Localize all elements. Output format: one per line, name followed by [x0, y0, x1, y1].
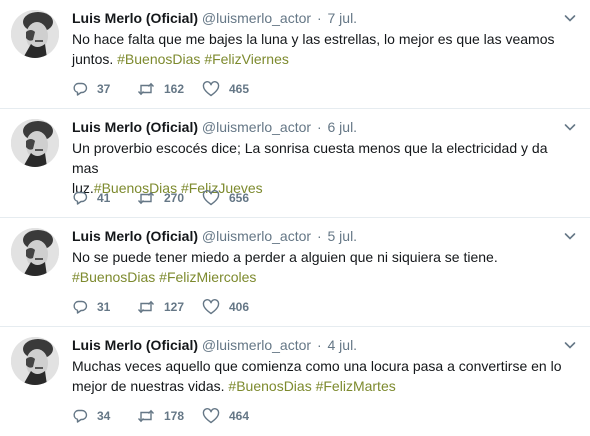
tweet-header: Luis Merlo (Oficial) @luismerlo_actor · …	[72, 336, 550, 354]
tweet-text-line: Muchas veces aquello que comienza como u…	[72, 358, 562, 374]
tweet-text-segment: juntos.	[72, 51, 114, 67]
avatar[interactable]	[11, 228, 59, 276]
like-button[interactable]: 406	[202, 299, 272, 315]
tweet-time[interactable]: 6 jul.	[328, 119, 358, 135]
tweet-text-line: #BuenosDias #FelizMiercoles	[72, 267, 572, 287]
tweet[interactable]: Luis Merlo (Oficial) @luismerlo_actor · …	[0, 327, 590, 436]
separator-dot: ·	[316, 337, 322, 353]
retweet-button[interactable]: 127	[137, 299, 202, 315]
reply-icon	[73, 409, 88, 423]
like-count: 464	[229, 409, 250, 423]
reply-button[interactable]: 37	[72, 81, 137, 97]
retweet-icon	[137, 300, 155, 314]
tweet-actions: 37 162 465	[72, 79, 272, 99]
tweet-text-segment: mejor de nuestras vidas.	[72, 378, 225, 394]
tweet-time[interactable]: 4 jul.	[328, 337, 358, 353]
chevron-down-icon[interactable]	[564, 230, 576, 242]
chevron-down-icon[interactable]	[564, 121, 576, 133]
tweet-text-line: No se puede tener miedo a perder a algui…	[72, 249, 498, 265]
tweet[interactable]: Luis Merlo (Oficial) @luismerlo_actor · …	[0, 218, 590, 327]
author-handle[interactable]: @luismerlo_actor	[202, 119, 311, 135]
tweet-time[interactable]: 7 jul.	[328, 10, 358, 26]
tweet-text-line: Un proverbio escocés dice; La sonrisa cu…	[72, 140, 548, 176]
hashtag-link[interactable]: #FelizMiercoles	[159, 269, 256, 285]
author-handle[interactable]: @luismerlo_actor	[202, 337, 311, 353]
author-name[interactable]: Luis Merlo (Oficial)	[72, 119, 198, 135]
heart-icon	[202, 408, 220, 424]
tweet-text: No se puede tener miedo a perder a algui…	[72, 247, 572, 287]
tweet-text-line: juntos. #BuenosDias #FelizViernes	[72, 49, 572, 69]
retweet-count: 178	[164, 409, 185, 423]
retweet-button[interactable]: 270	[137, 190, 202, 206]
author-handle[interactable]: @luismerlo_actor	[202, 228, 311, 244]
like-button[interactable]: 656	[202, 190, 272, 206]
retweet-icon	[137, 409, 155, 423]
avatar[interactable]	[11, 10, 59, 58]
heart-icon	[202, 190, 220, 206]
reply-icon	[73, 82, 88, 96]
tweet-timeline: Luis Merlo (Oficial) @luismerlo_actor · …	[0, 0, 590, 436]
tweet-actions: 31 127 406	[72, 297, 272, 317]
avatar-image	[11, 228, 59, 276]
hashtag-link[interactable]: #BuenosDias	[117, 51, 200, 67]
author-handle[interactable]: @luismerlo_actor	[202, 10, 311, 26]
reply-icon	[73, 191, 88, 205]
reply-button[interactable]: 31	[72, 299, 137, 315]
tweet-actions: 41 270 656	[72, 188, 272, 208]
separator-dot: ·	[316, 10, 322, 26]
retweet-button[interactable]: 162	[137, 81, 202, 97]
hashtag-link[interactable]: #BuenosDias	[228, 378, 311, 394]
tweet-header: Luis Merlo (Oficial) @luismerlo_actor · …	[72, 9, 550, 27]
avatar-image	[11, 119, 59, 167]
like-count: 465	[229, 82, 250, 96]
separator-dot: ·	[316, 228, 322, 244]
like-button[interactable]: 464	[202, 408, 272, 424]
tweet-header: Luis Merlo (Oficial) @luismerlo_actor · …	[72, 118, 550, 136]
tweet-text: No hace falta que me bajes la luna y las…	[72, 29, 572, 69]
reply-count: 34	[97, 409, 111, 423]
reply-icon	[73, 300, 88, 314]
retweet-icon	[137, 191, 155, 205]
tweet-text-line: No hace falta que me bajes la luna y las…	[72, 31, 555, 47]
reply-count: 41	[97, 191, 111, 205]
tweet-time[interactable]: 5 jul.	[328, 228, 358, 244]
chevron-down-icon[interactable]	[564, 339, 576, 351]
chevron-down-icon[interactable]	[564, 12, 576, 24]
author-name[interactable]: Luis Merlo (Oficial)	[72, 10, 198, 26]
tweet-text: Muchas veces aquello que comienza como u…	[72, 356, 572, 396]
heart-icon	[202, 81, 220, 97]
retweet-count: 162	[164, 82, 185, 96]
author-name[interactable]: Luis Merlo (Oficial)	[72, 337, 198, 353]
tweet-actions: 34 178 464	[72, 406, 272, 426]
hashtag-link[interactable]: #BuenosDias	[72, 269, 155, 285]
hashtag-link[interactable]: #FelizMartes	[316, 378, 396, 394]
like-count: 406	[229, 300, 250, 314]
heart-icon	[202, 299, 220, 315]
author-name[interactable]: Luis Merlo (Oficial)	[72, 228, 198, 244]
avatar[interactable]	[11, 119, 59, 167]
like-button[interactable]: 465	[202, 81, 272, 97]
avatar[interactable]	[11, 337, 59, 385]
retweet-icon	[137, 82, 155, 96]
hashtag-link[interactable]: #FelizViernes	[204, 51, 289, 67]
retweet-button[interactable]: 178	[137, 408, 202, 424]
like-count: 656	[229, 191, 250, 205]
avatar-image	[11, 10, 59, 58]
retweet-count: 127	[164, 300, 185, 314]
tweet[interactable]: Luis Merlo (Oficial) @luismerlo_actor · …	[0, 0, 590, 109]
reply-count: 37	[97, 82, 111, 96]
reply-count: 31	[97, 300, 111, 314]
avatar-image	[11, 337, 59, 385]
separator-dot: ·	[316, 119, 322, 135]
tweet-text-line: mejor de nuestras vidas. #BuenosDias #Fe…	[72, 376, 572, 396]
tweet[interactable]: Luis Merlo (Oficial) @luismerlo_actor · …	[0, 109, 590, 218]
reply-button[interactable]: 34	[72, 408, 137, 424]
retweet-count: 270	[164, 191, 185, 205]
reply-button[interactable]: 41	[72, 190, 137, 206]
tweet-header: Luis Merlo (Oficial) @luismerlo_actor · …	[72, 227, 550, 245]
